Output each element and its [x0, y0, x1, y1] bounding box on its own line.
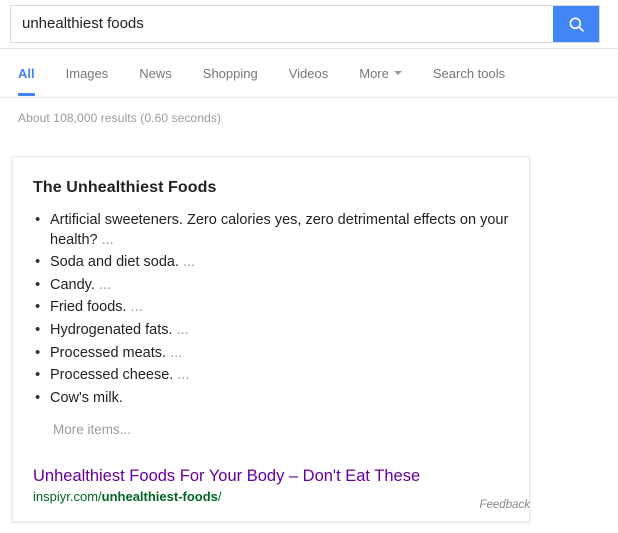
list-item: Processed meats. ...	[33, 343, 509, 364]
search-button[interactable]	[553, 6, 599, 42]
nav-item-label: All	[18, 65, 35, 81]
result-title-link[interactable]: Unhealthiest Foods For Your Body – Don't…	[33, 466, 420, 486]
list-item: Fried foods. ...	[33, 297, 509, 318]
list-item: Soda and diet soda. ...	[33, 252, 509, 273]
result-stats: About 108,000 results (0.60 seconds)	[18, 111, 222, 125]
nav-item-label: Images	[65, 65, 109, 81]
list-item-text: Artificial sweeteners. Zero calories yes…	[50, 212, 509, 248]
list-item-ellipsis: ...	[183, 254, 196, 271]
list-item: Candy. ...	[33, 275, 509, 296]
feedback-link[interactable]: Feedback	[479, 499, 530, 511]
nav-item-label: Search tools	[432, 65, 506, 81]
nav-item-more[interactable]: More	[359, 49, 402, 97]
list-item-ellipsis: ...	[130, 299, 143, 316]
list-item-text: Hydrogenated fats.	[50, 321, 173, 338]
list-item-text: Candy.	[50, 276, 95, 293]
nav-item-search-tools[interactable]: Search tools	[433, 49, 505, 97]
list-item-text: Cow's milk.	[50, 389, 123, 406]
nav-item-shopping[interactable]: Shopping	[203, 49, 258, 97]
nav-item-label: News	[139, 65, 172, 81]
list-item-text: Processed cheese.	[50, 367, 174, 384]
list-item-text: Soda and diet soda.	[50, 254, 179, 271]
list-item-ellipsis: ...	[101, 231, 114, 248]
list-item-text: Fried foods.	[50, 299, 127, 316]
chevron-down-icon	[393, 71, 402, 75]
nav-item-all[interactable]: All	[18, 49, 35, 97]
nav-item-images[interactable]: Images	[66, 49, 109, 97]
nav-list: All Images News Shopping Videos More Sea…	[18, 49, 505, 97]
list-item-text: Processed meats.	[50, 344, 167, 361]
nav-item-news[interactable]: News	[139, 49, 172, 97]
search-icon	[567, 15, 586, 34]
search-header	[0, 0, 618, 49]
list-item: Artificial sweeteners. Zero calories yes…	[33, 210, 509, 250]
more-items-link[interactable]: More items...	[53, 422, 509, 437]
nav-item-videos[interactable]: Videos	[289, 49, 329, 97]
answer-card-list: Artificial sweeteners. Zero calories yes…	[33, 210, 509, 409]
list-item: Processed cheese. ...	[33, 365, 509, 386]
nav-item-label: Shopping	[202, 65, 258, 81]
answer-card-title: The Unhealthiest Foods	[33, 179, 217, 196]
list-item-ellipsis: ...	[177, 367, 190, 384]
list-item-ellipsis: ...	[176, 321, 189, 338]
list-item-ellipsis: ...	[170, 344, 183, 361]
list-item: Cow's milk.	[33, 388, 509, 409]
feedback-row: Feedback	[0, 499, 530, 511]
search-input[interactable]	[11, 6, 553, 42]
list-item: Hydrogenated fats. ...	[33, 320, 509, 341]
nav-item-label: More	[359, 65, 389, 81]
search-form	[10, 5, 600, 43]
list-item-ellipsis: ...	[98, 276, 111, 293]
answer-card: The Unhealthiest Foods Artificial sweete…	[12, 156, 530, 523]
nav-item-label: Videos	[288, 65, 329, 81]
search-nav-bar: All Images News Shopping Videos More Sea…	[0, 49, 618, 98]
